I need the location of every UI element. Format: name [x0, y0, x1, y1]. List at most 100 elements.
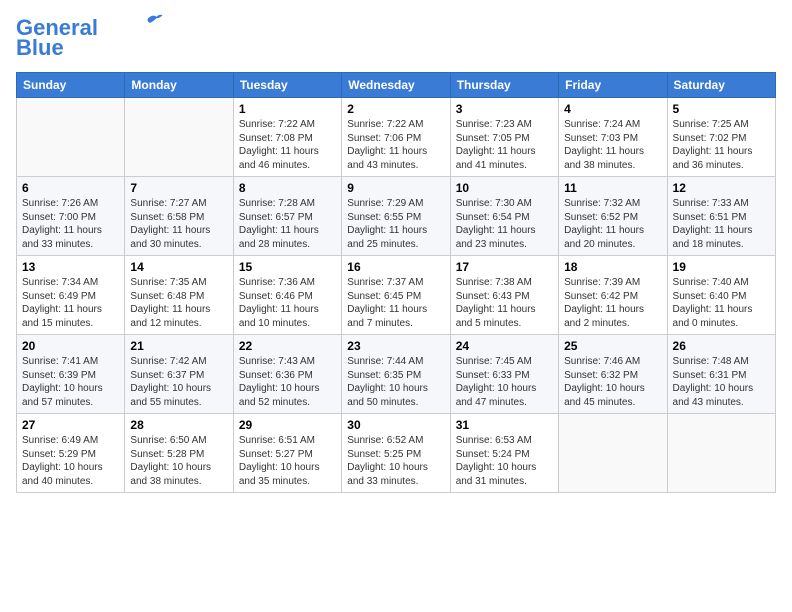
day-number: 16 [347, 260, 444, 274]
day-number: 17 [456, 260, 553, 274]
day-number: 31 [456, 418, 553, 432]
calendar-cell: 2Sunrise: 7:22 AM Sunset: 7:06 PM Daylig… [342, 98, 450, 177]
calendar-week-row: 27Sunrise: 6:49 AM Sunset: 5:29 PM Dayli… [17, 414, 776, 493]
day-info: Sunrise: 7:32 AM Sunset: 6:52 PM Dayligh… [564, 197, 661, 251]
day-number: 28 [130, 418, 227, 432]
day-info: Sunrise: 7:39 AM Sunset: 6:42 PM Dayligh… [564, 276, 661, 330]
day-number: 10 [456, 181, 553, 195]
day-number: 6 [22, 181, 119, 195]
calendar-cell: 17 Sunrise: 7:38 AM Sunset: 6:43 PM Dayli… [450, 256, 558, 335]
calendar-cell: 31 Sunrise: 6:53 AM Sunset: 5:24 PM Dayli… [450, 414, 558, 493]
day-info: Sunrise: 7:24 AM Sunset: 7:03 PM Dayligh… [564, 118, 661, 172]
day-number: 25 [564, 339, 661, 353]
calendar-week-row: 1 Sunrise: 7:22 AM Sunset: 7:08 PM Daylig… [17, 98, 776, 177]
day-info: Sunrise: 7:43 AM Sunset: 6:36 PM Dayligh… [239, 355, 336, 409]
calendar-cell [667, 414, 775, 493]
calendar-cell [559, 414, 667, 493]
days-of-week-row: SundayMondayTuesdayWednesdayThursdayFrid… [17, 73, 776, 98]
calendar-cell: 8 Sunrise: 7:28 AM Sunset: 6:57 PM Daylig… [233, 177, 341, 256]
dow-header: Tuesday [233, 73, 341, 98]
day-info: Sunrise: 7:22 AM Sunset: 7:08 PM Dayligh… [239, 118, 336, 172]
day-number: 5 [673, 102, 770, 116]
day-info: Sunrise: 7:45 AM Sunset: 6:33 PM Dayligh… [456, 355, 553, 409]
calendar-table: SundayMondayTuesdayWednesdayThursdayFrid… [16, 72, 776, 493]
day-info: Sunrise: 7:22 AM Sunset: 7:06 PM Dayligh… [347, 118, 444, 172]
bird-icon [146, 12, 164, 26]
day-number: 13 [22, 260, 119, 274]
day-info: Sunrise: 7:25 AM Sunset: 7:02 PM Dayligh… [673, 118, 770, 172]
calendar-cell: 6 Sunrise: 7:26 AM Sunset: 7:00 PM Daylig… [17, 177, 125, 256]
calendar-cell: 30 Sunrise: 6:52 AM Sunset: 5:25 PM Dayli… [342, 414, 450, 493]
day-number: 23 [347, 339, 444, 353]
calendar-cell: 28 Sunrise: 6:50 AM Sunset: 5:28 PM Dayli… [125, 414, 233, 493]
day-info: Sunrise: 7:36 AM Sunset: 6:46 PM Dayligh… [239, 276, 336, 330]
day-number: 22 [239, 339, 336, 353]
calendar-cell: 12Sunrise: 7:33 AM Sunset: 6:51 PM Dayli… [667, 177, 775, 256]
calendar-cell: 5 Sunrise: 7:25 AM Sunset: 7:02 PM Daylig… [667, 98, 775, 177]
calendar-cell: 11 Sunrise: 7:32 AM Sunset: 6:52 PM Dayli… [559, 177, 667, 256]
day-number: 8 [239, 181, 336, 195]
day-number: 26 [673, 339, 770, 353]
day-info: Sunrise: 6:51 AM Sunset: 5:27 PM Dayligh… [239, 434, 336, 488]
calendar-week-row: 20Sunrise: 7:41 AM Sunset: 6:39 PM Dayli… [17, 335, 776, 414]
calendar-cell: 20Sunrise: 7:41 AM Sunset: 6:39 PM Dayli… [17, 335, 125, 414]
day-number: 4 [564, 102, 661, 116]
calendar-cell: 9Sunrise: 7:29 AM Sunset: 6:55 PM Daylig… [342, 177, 450, 256]
day-info: Sunrise: 7:37 AM Sunset: 6:45 PM Dayligh… [347, 276, 444, 330]
calendar-week-row: 13Sunrise: 7:34 AM Sunset: 6:49 PM Dayli… [17, 256, 776, 335]
calendar-cell: 7Sunrise: 7:27 AM Sunset: 6:58 PM Daylig… [125, 177, 233, 256]
day-info: Sunrise: 7:27 AM Sunset: 6:58 PM Dayligh… [130, 197, 227, 251]
day-info: Sunrise: 7:30 AM Sunset: 6:54 PM Dayligh… [456, 197, 553, 251]
day-info: Sunrise: 6:53 AM Sunset: 5:24 PM Dayligh… [456, 434, 553, 488]
calendar-cell: 29Sunrise: 6:51 AM Sunset: 5:27 PM Dayli… [233, 414, 341, 493]
day-info: Sunrise: 7:44 AM Sunset: 6:35 PM Dayligh… [347, 355, 444, 409]
day-info: Sunrise: 7:28 AM Sunset: 6:57 PM Dayligh… [239, 197, 336, 251]
day-number: 27 [22, 418, 119, 432]
dow-header: Friday [559, 73, 667, 98]
day-info: Sunrise: 7:35 AM Sunset: 6:48 PM Dayligh… [130, 276, 227, 330]
day-number: 19 [673, 260, 770, 274]
day-number: 18 [564, 260, 661, 274]
day-number: 9 [347, 181, 444, 195]
calendar-cell: 14 Sunrise: 7:35 AM Sunset: 6:48 PM Dayli… [125, 256, 233, 335]
calendar-cell: 3 Sunrise: 7:23 AM Sunset: 7:05 PM Daylig… [450, 98, 558, 177]
day-number: 3 [456, 102, 553, 116]
dow-header: Saturday [667, 73, 775, 98]
calendar-cell: 23 Sunrise: 7:44 AM Sunset: 6:35 PM Dayli… [342, 335, 450, 414]
day-number: 21 [130, 339, 227, 353]
day-info: Sunrise: 7:26 AM Sunset: 7:00 PM Dayligh… [22, 197, 119, 251]
day-number: 1 [239, 102, 336, 116]
calendar-cell: 19Sunrise: 7:40 AM Sunset: 6:40 PM Dayli… [667, 256, 775, 335]
day-number: 11 [564, 181, 661, 195]
day-number: 14 [130, 260, 227, 274]
calendar-cell: 25 Sunrise: 7:46 AM Sunset: 6:32 PM Dayli… [559, 335, 667, 414]
day-info: Sunrise: 6:52 AM Sunset: 5:25 PM Dayligh… [347, 434, 444, 488]
calendar-week-row: 6 Sunrise: 7:26 AM Sunset: 7:00 PM Daylig… [17, 177, 776, 256]
day-info: Sunrise: 7:38 AM Sunset: 6:43 PM Dayligh… [456, 276, 553, 330]
dow-header: Wednesday [342, 73, 450, 98]
day-info: Sunrise: 7:23 AM Sunset: 7:05 PM Dayligh… [456, 118, 553, 172]
page-header: General Blue [16, 16, 776, 60]
day-info: Sunrise: 6:50 AM Sunset: 5:28 PM Dayligh… [130, 434, 227, 488]
dow-header: Monday [125, 73, 233, 98]
day-info: Sunrise: 7:41 AM Sunset: 6:39 PM Dayligh… [22, 355, 119, 409]
calendar-cell: 13Sunrise: 7:34 AM Sunset: 6:49 PM Dayli… [17, 256, 125, 335]
day-info: Sunrise: 7:42 AM Sunset: 6:37 PM Dayligh… [130, 355, 227, 409]
day-number: 24 [456, 339, 553, 353]
calendar-cell [125, 98, 233, 177]
logo: General Blue [16, 16, 164, 60]
calendar-cell: 10 Sunrise: 7:30 AM Sunset: 6:54 PM Dayli… [450, 177, 558, 256]
day-number: 15 [239, 260, 336, 274]
day-number: 30 [347, 418, 444, 432]
calendar-cell: 24 Sunrise: 7:45 AM Sunset: 6:33 PM Dayli… [450, 335, 558, 414]
day-number: 12 [673, 181, 770, 195]
calendar-cell: 1 Sunrise: 7:22 AM Sunset: 7:08 PM Daylig… [233, 98, 341, 177]
calendar-cell: 22 Sunrise: 7:43 AM Sunset: 6:36 PM Dayli… [233, 335, 341, 414]
day-info: Sunrise: 7:46 AM Sunset: 6:32 PM Dayligh… [564, 355, 661, 409]
calendar-cell: 18 Sunrise: 7:39 AM Sunset: 6:42 PM Dayli… [559, 256, 667, 335]
dow-header: Thursday [450, 73, 558, 98]
dow-header: Sunday [17, 73, 125, 98]
calendar-cell: 26Sunrise: 7:48 AM Sunset: 6:31 PM Dayli… [667, 335, 775, 414]
calendar-body: 1 Sunrise: 7:22 AM Sunset: 7:08 PM Daylig… [17, 98, 776, 493]
calendar-cell [17, 98, 125, 177]
